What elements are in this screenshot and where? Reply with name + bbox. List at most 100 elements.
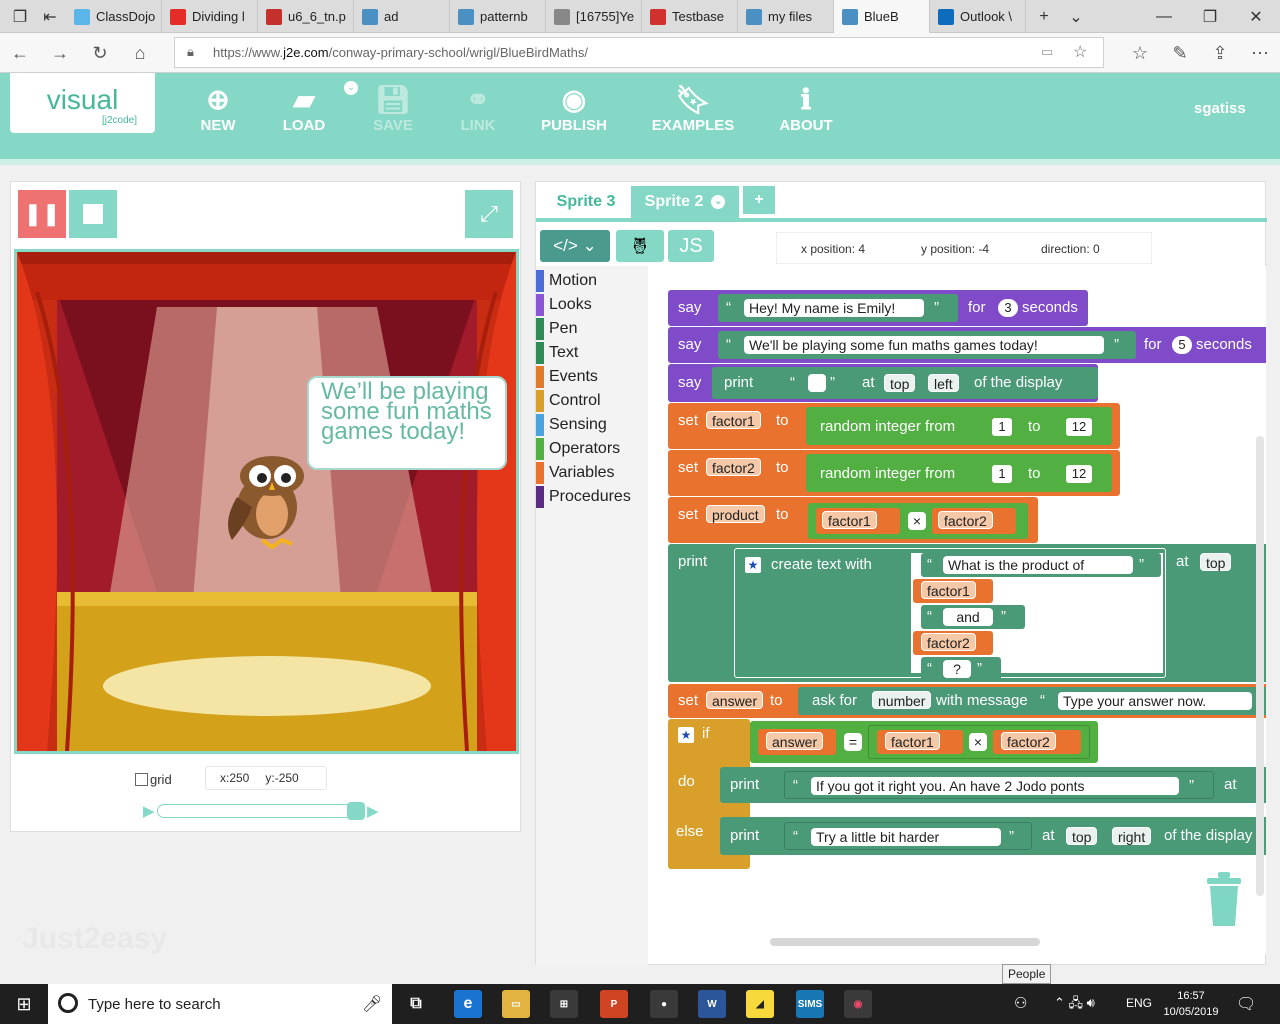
- factor1-dropdown[interactable]: factor1: [885, 732, 940, 750]
- edge-browser-icon[interactable]: e: [454, 990, 482, 1018]
- factor1-getter[interactable]: factor1: [816, 508, 900, 534]
- text-literal-block[interactable]: “ Try a little bit harder ”: [784, 822, 1032, 850]
- browser-tab[interactable]: Outlook \: [930, 0, 1026, 33]
- say1-text-field[interactable]: Hey! My name is Emily!: [744, 299, 924, 317]
- home-icon[interactable]: ⌂: [120, 33, 160, 73]
- owl-sprite[interactable]: [212, 452, 312, 552]
- random-from-field[interactable]: 1: [992, 418, 1012, 436]
- ask-message-field[interactable]: Type your answer now.: [1058, 692, 1252, 710]
- close-window-button[interactable]: ✕: [1236, 0, 1276, 33]
- category-looks[interactable]: Looks: [536, 294, 592, 316]
- equals-block[interactable]: answer = factor1 × factor2: [750, 721, 1098, 763]
- sprite-tab-dropdown-icon[interactable]: ⌄: [711, 195, 726, 209]
- horizontal-position-dropdown[interactable]: left: [928, 374, 959, 392]
- speed-slider[interactable]: ▶ ▶: [143, 802, 379, 820]
- visual-j2code-logo[interactable]: visual [j2code]: [10, 73, 155, 133]
- favorite-star-icon[interactable]: ☆: [1073, 42, 1087, 62]
- username[interactable]: sgatiss: [1194, 100, 1246, 117]
- print-if-right-block[interactable]: print “ If you got it right you. An have…: [720, 767, 1266, 803]
- say-block-2[interactable]: say “ We'll be playing some fun maths ga…: [668, 327, 1266, 363]
- slider-track[interactable]: [157, 804, 357, 818]
- say2-text-field[interactable]: We'll be playing some fun maths games to…: [744, 336, 1104, 354]
- factor1-dropdown[interactable]: factor1: [921, 581, 976, 599]
- variable-dropdown-factor2[interactable]: factor2: [706, 458, 761, 476]
- store-icon[interactable]: ⊞: [550, 990, 578, 1018]
- category-pen[interactable]: Pen: [536, 318, 577, 340]
- tab-sprite-3[interactable]: Sprite 3: [542, 186, 630, 218]
- browser-tab[interactable]: Dividing l: [162, 0, 258, 33]
- multiply-operator[interactable]: ×: [969, 733, 987, 751]
- category-procedures[interactable]: Procedures: [536, 486, 631, 508]
- load-button[interactable]: ▰ LOAD: [276, 83, 332, 134]
- print-block[interactable]: print “ ” at top left of the display: [712, 367, 1098, 399]
- print-else-block[interactable]: print “ Try a little bit harder ” at top…: [720, 817, 1266, 855]
- set-answer-block[interactable]: set answer to ask for number with messag…: [668, 684, 1266, 718]
- category-sensing[interactable]: Sensing: [536, 414, 607, 436]
- language-indicator[interactable]: ENG: [1126, 996, 1152, 1010]
- browser-tab[interactable]: BlueB: [834, 0, 930, 33]
- text-piece-2-field[interactable]: and: [943, 608, 993, 626]
- workspace-vertical-scrollbar[interactable]: [1256, 436, 1264, 896]
- mutator-star-icon[interactable]: ★: [745, 557, 761, 573]
- wrong-message-field[interactable]: Try a little bit harder: [811, 828, 1001, 846]
- sims-app-icon[interactable]: SIMS: [796, 990, 824, 1018]
- print-create-text-block[interactable]: print ★ create text with “ What is the p…: [668, 544, 1266, 682]
- vertical-position-dropdown[interactable]: top: [1200, 553, 1232, 571]
- create-text-with-block[interactable]: ★ create text with “ What is the product…: [734, 548, 1166, 681]
- system-tray-icons[interactable]: ⌃ 🖧︎ 🔊︎: [1054, 994, 1095, 1016]
- blocks-view-button[interactable]: </> ⌄: [540, 230, 610, 262]
- horizontal-position-dropdown[interactable]: right: [1112, 827, 1152, 845]
- browser-tab[interactable]: Testbase: [642, 0, 738, 33]
- fullscreen-button[interactable]: ⤢: [465, 190, 513, 238]
- factor2-getter[interactable]: factor2: [932, 508, 1016, 534]
- sprite-costume-button[interactable]: 🦉︎: [616, 230, 664, 262]
- file-explorer-icon[interactable]: ▭: [502, 990, 530, 1018]
- text-piece-3[interactable]: “ ? ”: [921, 657, 1001, 681]
- minimize-button[interactable]: —: [1144, 0, 1184, 33]
- vertical-position-dropdown[interactable]: top: [884, 374, 916, 392]
- forward-icon[interactable]: →: [40, 33, 80, 73]
- share-icon[interactable]: ⇪: [1200, 33, 1240, 73]
- slider-handle[interactable]: [347, 802, 365, 820]
- word-icon[interactable]: W: [698, 990, 726, 1018]
- js-view-button[interactable]: JS: [668, 230, 714, 262]
- ask-type-dropdown[interactable]: number: [872, 691, 932, 709]
- stop-button[interactable]: [69, 190, 117, 238]
- browser-tab[interactable]: ad: [354, 0, 450, 33]
- empty-text-field[interactable]: [808, 374, 826, 392]
- start-windows-icon[interactable]: ⊞: [0, 984, 48, 1024]
- workspace-horizontal-scrollbar[interactable]: [770, 938, 1040, 946]
- sticky-notes-icon[interactable]: ◢: [746, 990, 774, 1018]
- factor2-dropdown[interactable]: factor2: [1001, 732, 1056, 750]
- factor1-getter[interactable]: factor1: [877, 730, 963, 754]
- browser-tab[interactable]: ClassDojo: [66, 0, 162, 33]
- random-integer-block[interactable]: random integer from 1 to 12: [806, 454, 1112, 492]
- right-message-field[interactable]: If you got it right you. An have 2 Jodo …: [811, 777, 1179, 795]
- category-control[interactable]: Control: [536, 390, 601, 412]
- factor2-getter[interactable]: factor2: [993, 730, 1081, 754]
- clock[interactable]: 16:57 10/05/2019: [1160, 988, 1222, 1020]
- browser-tab[interactable]: patternb: [450, 0, 546, 33]
- taskbar-search-box[interactable]: Type here to search 🎤︎: [48, 984, 392, 1024]
- variable-dropdown-product[interactable]: product: [706, 505, 765, 523]
- say2-seconds-field[interactable]: 5: [1172, 336, 1192, 354]
- set-factor2-block[interactable]: set factor2 to random integer from 1 to …: [668, 450, 1120, 496]
- say-block-1[interactable]: say “ Hey! My name is Emily! ” for 3 sec…: [668, 290, 1088, 326]
- ask-for-block[interactable]: ask for number with message “ Type your …: [798, 687, 1266, 715]
- favorites-icon[interactable]: ☆: [1120, 33, 1160, 73]
- blocks-workspace[interactable]: say “ Hey! My name is Emily! ” for 3 sec…: [650, 266, 1266, 954]
- mutator-star-icon[interactable]: ★: [678, 727, 694, 743]
- equals-operator[interactable]: =: [844, 733, 862, 751]
- text-piece-1-field[interactable]: What is the product of: [943, 556, 1133, 574]
- say1-seconds-field[interactable]: 3: [998, 299, 1018, 317]
- new-button[interactable]: ⊕ NEW: [190, 83, 246, 134]
- answer-getter[interactable]: answer: [758, 729, 836, 755]
- category-events[interactable]: Events: [536, 366, 598, 388]
- maximize-button[interactable]: ❐: [1190, 0, 1230, 33]
- multiply-block[interactable]: factor1 × factor2: [868, 725, 1090, 759]
- variable-dropdown-answer[interactable]: answer: [706, 691, 764, 709]
- add-sprite-tab-button[interactable]: +: [743, 186, 775, 214]
- random-to-field[interactable]: 12: [1066, 465, 1092, 483]
- text-piece-3-field[interactable]: ?: [943, 660, 971, 678]
- link-button[interactable]: ⚭ LINK: [448, 83, 508, 134]
